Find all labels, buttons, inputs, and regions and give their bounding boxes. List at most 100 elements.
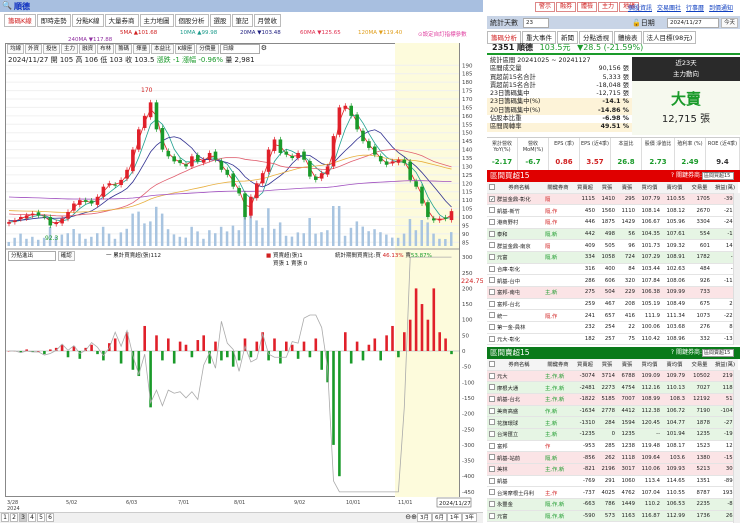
row-checkbox[interactable]: ✓ [487, 193, 495, 206]
alert-button-0[interactable]: 警示 [535, 2, 556, 12]
row-checkbox[interactable] [487, 510, 495, 523]
row-checkbox[interactable] [487, 239, 495, 252]
date-input[interactable]: 2024/11/27 [667, 18, 719, 28]
column-header[interactable]: 關鍵券商 [543, 359, 573, 371]
tool-button-1[interactable]: 外資 [25, 44, 43, 54]
column-header[interactable]: 交易量 [687, 182, 712, 194]
row-checkbox[interactable] [487, 370, 495, 383]
checkbox[interactable] [489, 207, 495, 214]
checkbox[interactable] [489, 477, 495, 484]
checkbox[interactable] [489, 361, 495, 367]
table-row[interactable]: 凱基-站前 隔,新 -856 262 1118 109.64 103.6 1380 -150 [487, 451, 738, 464]
link-3[interactable]: 到價通知 [709, 5, 733, 12]
confirm-button[interactable]: 確認 [57, 251, 75, 261]
column-header[interactable]: 券商名稱 [495, 359, 543, 371]
row-checkbox[interactable] [487, 381, 495, 394]
table-row[interactable]: 元富 隔,作,新 -590 573 1163 116.87 112.99 1736 268 [487, 510, 738, 523]
table-row[interactable]: 合庫-彰化31640084103.44102.63484-5 [487, 263, 738, 276]
tool-button-7[interactable]: 揮量 [133, 44, 151, 54]
table-row[interactable]: 凱基-台中 286 606 320 107.84 108.06 926 -117 [487, 274, 738, 287]
column-header[interactable]: 損益(萬) [712, 182, 738, 194]
page-button[interactable]: 4 [28, 513, 36, 522]
branch-select[interactable]: 分點進出 [8, 251, 56, 261]
column-header[interactable]: 買均價 [637, 182, 662, 194]
column-header[interactable]: 買張 [597, 182, 617, 194]
checkbox[interactable] [489, 254, 495, 261]
checkbox[interactable] [489, 407, 495, 414]
tool-button-4[interactable]: 融資 [79, 44, 97, 54]
alert-button-2[interactable]: 體檢 [577, 2, 598, 12]
column-header[interactable]: 買賣超 [573, 182, 597, 194]
range-button[interactable]: 3年 [462, 513, 477, 522]
table-row[interactable]: 富邦-台北259467208105.19108.4967525 [487, 298, 738, 311]
checkbox[interactable] [489, 512, 495, 519]
range-button[interactable]: 3月 [417, 513, 432, 522]
checkbox[interactable] [489, 335, 495, 342]
buy-key-select[interactable]: 區間買超15 [702, 172, 734, 180]
checkbox[interactable] [489, 466, 495, 473]
checkbox[interactable] [489, 395, 495, 402]
checkbox[interactable] [489, 372, 495, 379]
alert-button-3[interactable]: 主力 [598, 2, 619, 12]
range-button[interactable]: 6月 [432, 513, 447, 522]
row-checkbox[interactable] [487, 486, 495, 500]
row-checkbox[interactable] [487, 263, 495, 276]
row-checkbox[interactable] [487, 463, 495, 476]
checkbox[interactable] [489, 501, 495, 508]
checkbox[interactable] [489, 489, 495, 496]
table-row[interactable]: 統一 隔,作 241 657 416 111.9 111.34 1073 -225 [487, 309, 738, 323]
checkbox[interactable] [489, 230, 495, 237]
row-checkbox[interactable] [487, 428, 495, 441]
sell-key-select[interactable]: 區間賣超15 [702, 349, 734, 357]
page-button[interactable]: 1 [1, 513, 9, 522]
table-row[interactable]: 凱基 -769 291 1060 113.4 114.65 1351 -894 [487, 475, 738, 488]
column-header[interactable]: 券商名稱 [495, 182, 543, 194]
table-row[interactable]: 摩根大通 主,作,新 -2481 2273 4754 112.16 110.13 7027 11… [487, 381, 738, 394]
table-row[interactable]: 台灣摩根士丹利 主,作 -737 4025 4762 107.04 110.55 8787 19… [487, 486, 738, 500]
checkbox[interactable] [489, 184, 495, 190]
column-header[interactable]: 賣張 [617, 359, 637, 371]
column-header[interactable]: 損益(萬) [712, 359, 738, 371]
row-checkbox[interactable] [487, 274, 495, 287]
row-checkbox[interactable] [487, 204, 495, 217]
page-button[interactable]: 5 [37, 513, 45, 522]
row-checkbox[interactable] [487, 286, 495, 299]
tool-button-9[interactable]: K線座 [174, 44, 196, 54]
tool-button-8[interactable]: 本益比 [151, 44, 174, 54]
days-select[interactable]: 23 [523, 18, 549, 28]
tool-button-10[interactable]: 分價量 [196, 44, 219, 54]
checkbox[interactable] [489, 242, 495, 249]
table-row[interactable]: 永豐金 隔,作,新 -663 786 1449 110.2 106.53 2235 -88 [487, 498, 738, 511]
row-checkbox[interactable] [487, 309, 495, 323]
tool-button-0[interactable]: 均線 [7, 44, 25, 54]
table-row[interactable]: 群益金鼎-南京隔 409 505 96 101.73 109.32 601 145 [487, 239, 738, 252]
gear-icon[interactable]: ⚙ [261, 44, 267, 54]
page-button[interactable]: 2 [10, 513, 18, 522]
table-row[interactable]: 元富隔,新3341058724107.29108.911782-9 [487, 251, 738, 264]
table-row[interactable]: 富邦-南屯主,新275504229106.38109.997333 [487, 286, 738, 299]
row-checkbox[interactable] [487, 416, 495, 429]
row-checkbox[interactable] [487, 298, 495, 311]
row-checkbox[interactable] [487, 475, 495, 488]
checkbox[interactable]: ✓ [489, 195, 495, 203]
checkbox[interactable] [489, 312, 495, 319]
row-checkbox[interactable] [487, 451, 495, 464]
sell-table-scrollbar[interactable] [733, 370, 740, 523]
link-2[interactable]: 行事曆 [686, 5, 704, 12]
row-checkbox[interactable] [487, 440, 495, 453]
checkbox[interactable] [489, 218, 495, 225]
table-row[interactable]: 花旗環球 主,新 -1310 284 1594 120.45 104.77 1878 -278 [487, 416, 738, 429]
row-checkbox[interactable] [487, 251, 495, 264]
select-all-checkbox[interactable] [487, 182, 495, 194]
table-row[interactable]: 第一金-員林23225422100.06103.6827688 [487, 321, 738, 334]
period-select[interactable]: 日線 [219, 44, 260, 54]
range-button[interactable]: 1年 [447, 513, 462, 522]
checkbox[interactable] [489, 419, 495, 426]
column-header[interactable]: 賣均價 [662, 182, 687, 194]
table-row[interactable]: 富邦作 -953 285 1238 119.48 108.17 1523 123 [487, 440, 738, 453]
checkbox[interactable] [489, 300, 495, 307]
column-header[interactable]: 賣均價 [662, 359, 687, 371]
table-row[interactable]: 台灣匯立 主,新 -1235 0 1235 -- 101.94 1235 -192 [487, 428, 738, 441]
column-header[interactable]: 買張 [597, 359, 617, 371]
table-row[interactable]: 美林 主,作,新 -821 2196 3017 110.06 109.93 5213 300 [487, 463, 738, 476]
